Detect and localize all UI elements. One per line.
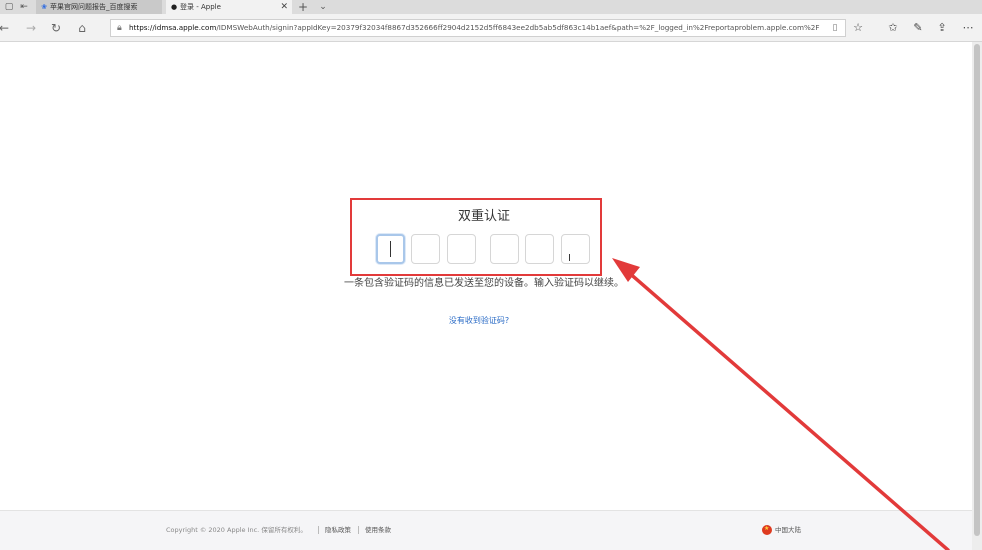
tab-label: 登录 - Apple xyxy=(180,3,221,11)
share-icon[interactable]: ⇪ xyxy=(934,20,950,36)
tab-list-chevron-icon[interactable]: ⌄ xyxy=(316,0,330,14)
forward-arrow-icon[interactable]: → xyxy=(23,20,39,36)
address-bar[interactable]: 🔒︎ https://idmsa.apple.com/IDMSWebAuth/s… xyxy=(110,19,846,37)
browser-toolbar: ← → ↻ ⌂ 🔒︎ https://idmsa.apple.com/IDMSW… xyxy=(0,14,982,42)
baidu-paw-icon: ❀ xyxy=(41,3,47,11)
home-icon[interactable]: ⌂ xyxy=(74,20,90,36)
tab-actions-icon[interactable]: ▢ xyxy=(2,0,16,14)
set-aside-tabs-icon[interactable]: ⇤ xyxy=(17,0,31,14)
terms-of-use-link[interactable]: 使用条款 xyxy=(365,525,391,535)
refresh-icon[interactable]: ↻ xyxy=(48,20,64,36)
apple-logo-icon: ● xyxy=(170,3,178,11)
tab-apple-signin[interactable]: ● 登录 - Apple ✕ xyxy=(166,0,292,14)
vertical-scrollbar[interactable] xyxy=(972,42,982,550)
lock-icon[interactable]: 🔒︎ xyxy=(117,21,122,35)
verification-instructions: 一条包含验证码的信息已发送至您的设备。输入验证码以继续。 xyxy=(344,278,624,289)
reading-view-icon[interactable]: ▯ xyxy=(829,22,841,34)
privacy-policy-link[interactable]: 隐私政策 xyxy=(325,525,351,535)
annotation-highlight-box xyxy=(350,198,602,276)
url-path: /IDMSWebAuth/signin?appIdKey=20379f32034… xyxy=(216,23,820,32)
pen-icon[interactable]: ✎ xyxy=(910,20,926,36)
new-tab-button[interactable]: + xyxy=(296,0,310,14)
more-icon[interactable]: ⋯ xyxy=(960,20,976,36)
tab-strip: ▢ ⇤ ❀ 苹果官网问题报告_百度搜索 ● 登录 - Apple ✕ + ⌄ xyxy=(0,0,982,14)
url-host: https://idmsa.apple.com xyxy=(129,23,217,32)
copyright-text: Copyright © 2020 Apple Inc. 保留所有权利。 xyxy=(166,526,307,534)
region-label: 中国大陆 xyxy=(775,526,801,534)
favorite-star-icon[interactable]: ☆ xyxy=(850,20,866,36)
footer-divider xyxy=(358,526,359,534)
tab-baidu-search[interactable]: ❀ 苹果官网问题报告_百度搜索 xyxy=(36,0,162,14)
tab-label: 苹果官网问题报告_百度搜索 xyxy=(50,3,138,11)
footer-divider xyxy=(318,526,319,534)
close-tab-icon[interactable]: ✕ xyxy=(280,0,288,14)
flag-star-icon: ★ xyxy=(764,525,770,532)
china-flag-icon: ★ xyxy=(762,525,772,535)
scrollbar-thumb[interactable] xyxy=(974,44,980,536)
favorites-bar-icon[interactable]: ✩ xyxy=(885,20,901,36)
resend-code-link[interactable]: 没有收到验证码? xyxy=(400,315,558,327)
browser-window: ▢ ⇤ ❀ 苹果官网问题报告_百度搜索 ● 登录 - Apple ✕ + ⌄ ←… xyxy=(0,0,982,550)
back-arrow-icon[interactable]: ← xyxy=(0,20,12,36)
url-text[interactable]: https://idmsa.apple.com/IDMSWebAuth/sign… xyxy=(129,20,823,36)
page-footer: Copyright © 2020 Apple Inc. 保留所有权利。 隐私政策… xyxy=(0,510,972,550)
